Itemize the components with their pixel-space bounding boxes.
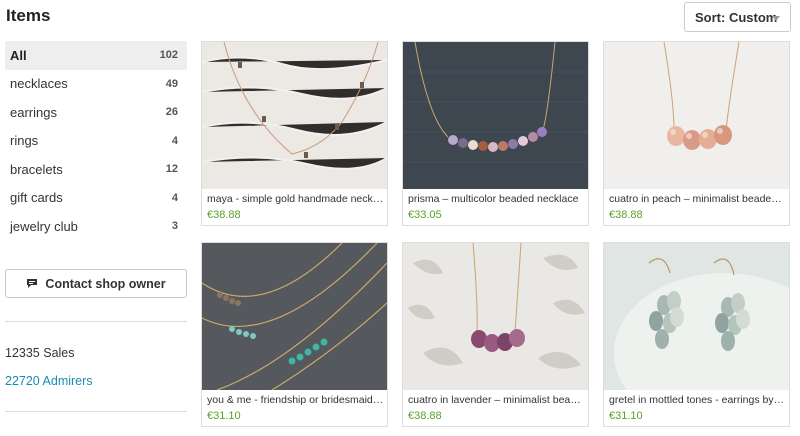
contact-shop-owner-button[interactable]: Contact shop owner [5,269,187,298]
sidebar-item-count: 102 [159,49,178,62]
item-card[interactable]: maya - simple gold handmade necklace €38… [201,41,388,226]
item-name: prisma – multicolor beaded necklace [408,193,579,205]
sidebar-item-gift-cards[interactable]: gift cards 4 [5,184,187,213]
item-card[interactable]: cuatro in lavender – minimalist beaded n… [402,242,589,427]
chevron-down-icon [772,16,780,21]
sidebar-item-label: jewelry club [10,218,78,234]
item-card[interactable]: gretel in mottled tones - earrings by et… [603,242,790,427]
sidebar-item-count: 12 [165,163,178,176]
admirers-link[interactable]: 22720 Admirers [5,374,93,388]
product-image [604,42,789,189]
sidebar-item-count: 4 [171,191,178,204]
sidebar-item-earrings[interactable]: earrings 26 [5,98,187,127]
contact-label: Contact shop owner [45,276,166,291]
product-image [202,243,387,390]
sidebar-item-all[interactable]: All 102 [5,41,187,70]
item-price: €38.88 [408,410,442,422]
product-image [403,42,588,189]
sidebar-item-count: 4 [171,134,178,147]
sort-label: Sort: Custom [695,9,778,25]
item-card[interactable]: cuatro in peach – minimalist beaded neck… [603,41,790,226]
message-icon [27,279,38,288]
sort-dropdown[interactable]: Sort: Custom [684,2,791,32]
sidebar-item-jewelry-club[interactable]: jewelry club 3 [5,212,187,241]
item-name: maya - simple gold handmade necklace [207,193,384,205]
page-title: Items [6,6,51,25]
product-image [604,243,789,390]
item-name: gretel in mottled tones - earrings by et… [609,394,786,406]
divider [5,321,187,322]
sidebar-item-necklaces[interactable]: necklaces 49 [5,70,187,99]
item-price: €31.10 [609,410,643,422]
sidebar-item-label: gift cards [10,190,63,206]
sidebar-item-label: earrings [10,104,57,120]
sidebar-item-count: 26 [165,106,178,119]
sidebar-item-rings[interactable]: rings 4 [5,127,187,156]
sidebar-item-label: All [10,47,27,63]
item-price: €38.88 [609,209,643,221]
sidebar-item-bracelets[interactable]: bracelets 12 [5,155,187,184]
product-image [202,42,387,189]
sidebar-item-count: 3 [171,220,178,233]
divider [5,411,187,412]
category-sidebar: All 102 necklaces 49 earrings 26 rings 4… [5,41,187,241]
item-name: cuatro in peach – minimalist beaded neck… [609,193,786,205]
sidebar-item-label: bracelets [10,161,63,177]
item-price: €31.10 [207,410,241,422]
item-name: you & me - friendship or bridesmaid neck… [207,394,384,406]
sales-count: 12335 Sales [5,346,75,360]
item-price: €38.88 [207,209,241,221]
item-name: cuatro in lavender – minimalist beaded n… [408,394,585,406]
sidebar-item-count: 49 [165,77,178,90]
item-price: €33.05 [408,209,442,221]
item-card[interactable]: you & me - friendship or bridesmaid neck… [201,242,388,427]
sidebar-item-label: necklaces [10,76,68,92]
sidebar-item-label: rings [10,133,39,149]
product-image [403,243,588,390]
item-card[interactable]: prisma – multicolor beaded necklace €33.… [402,41,589,226]
